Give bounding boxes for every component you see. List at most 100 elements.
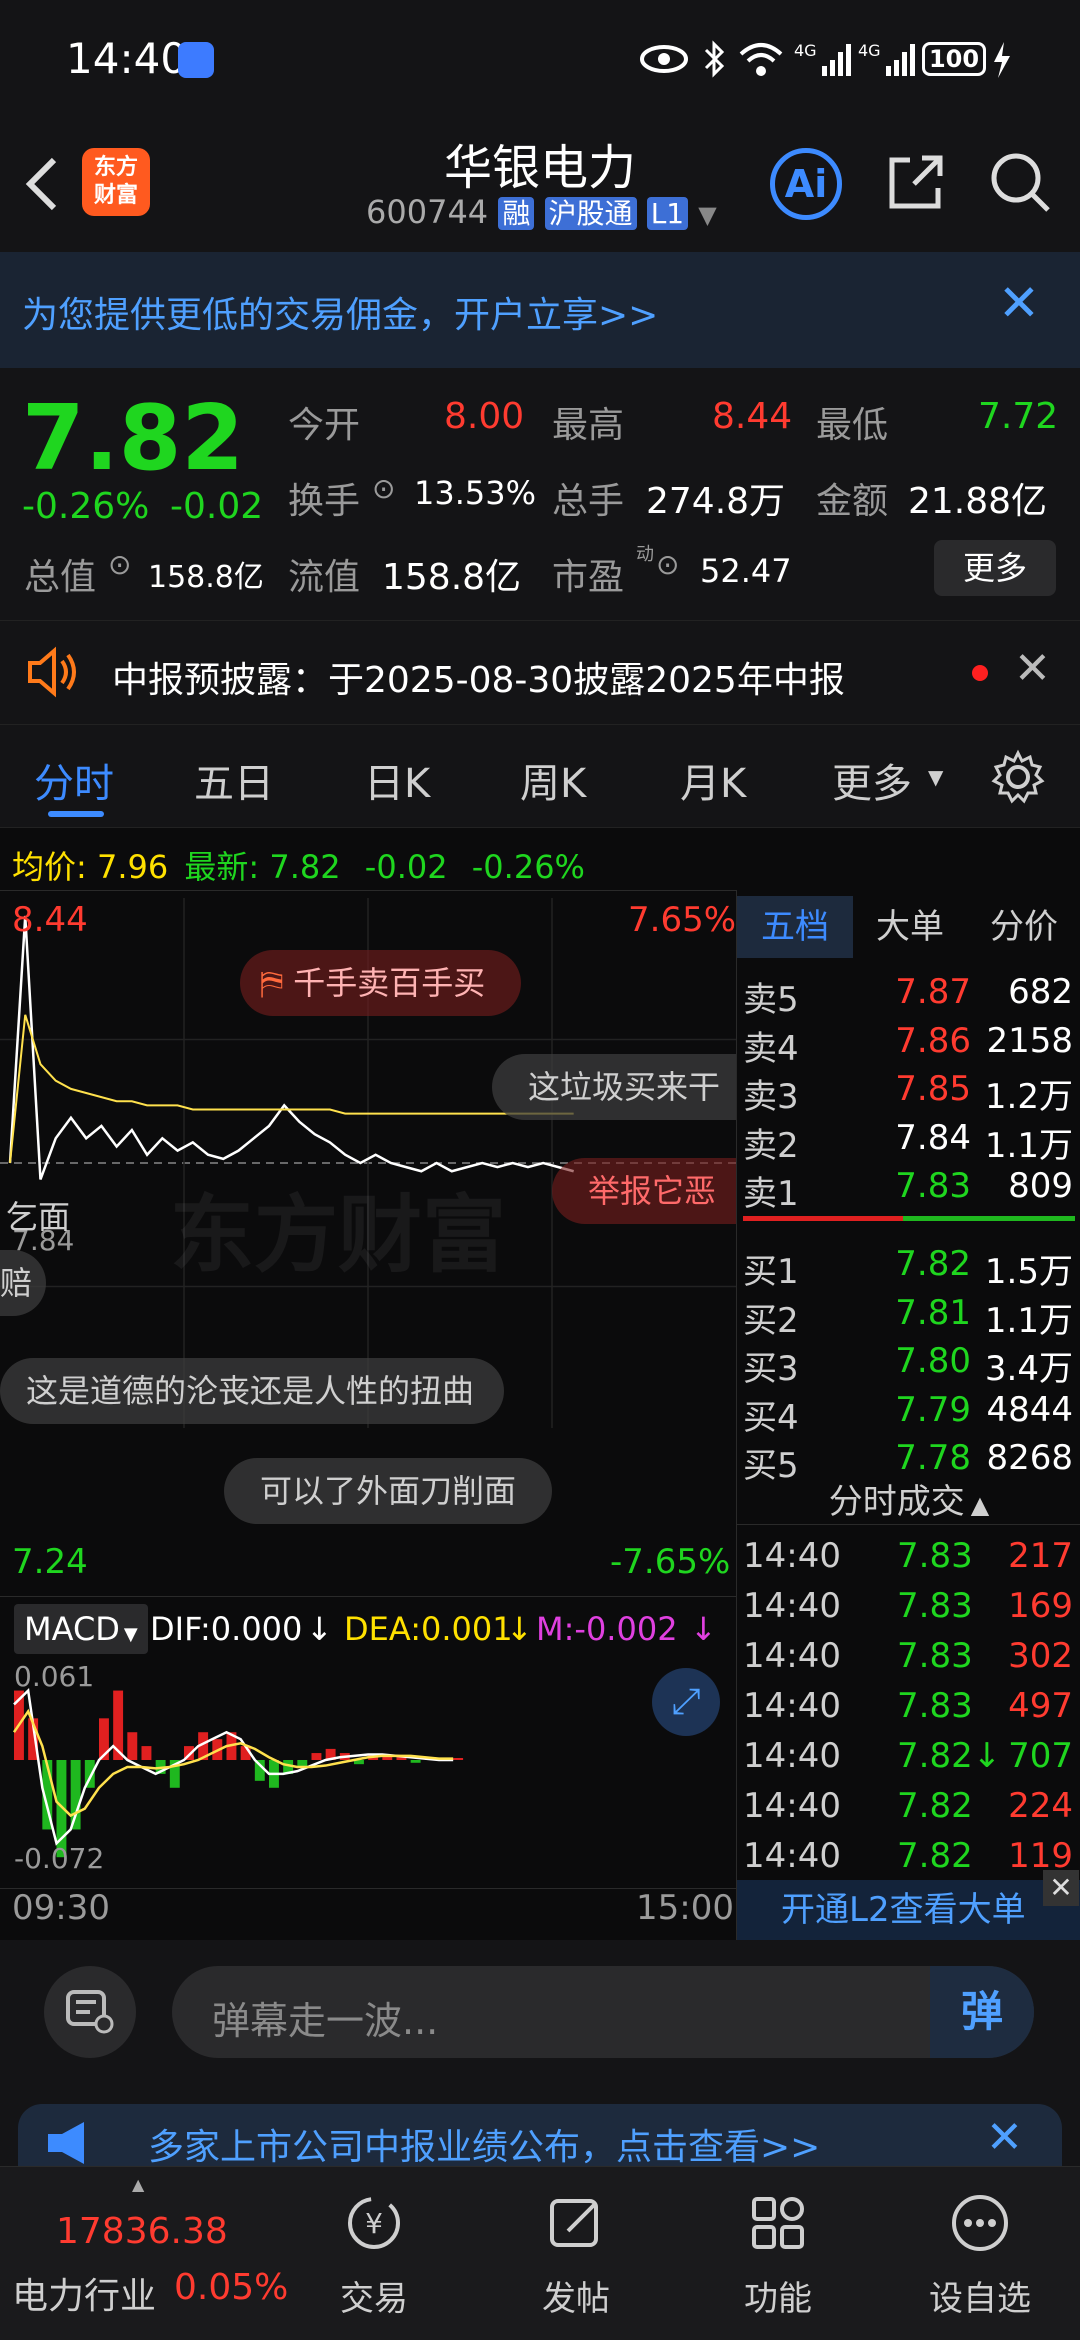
turnover-value: 13.53% <box>414 474 537 512</box>
nav-trade[interactable]: ¥ 交易 <box>284 2167 464 2340</box>
sell-row[interactable]: 卖4 7.86 2158 <box>737 1021 1080 1069</box>
buy-row[interactable]: 买4 7.79 4844 <box>737 1390 1080 1438</box>
expand-button[interactable]: ⤢ <box>652 1668 720 1736</box>
triangle-up-icon: ▲ <box>132 2175 145 2194</box>
tick-vol: 169 <box>1008 1586 1073 1626</box>
nav-func[interactable]: 功能 <box>688 2167 868 2340</box>
triangle-up-icon: ▲ <box>970 1491 990 1519</box>
close-icon[interactable]: ✕ <box>986 2112 1023 2163</box>
buy-label: 买1 <box>743 1252 799 1292</box>
notice-bar[interactable]: 中报预披露：于2025-08-30披露2025年中报 ✕ <box>0 620 1080 724</box>
close-icon[interactable]: ✕ <box>1014 643 1051 694</box>
tab-dayk[interactable]: 日K <box>364 751 430 809</box>
tick-time: 14:40 <box>743 1586 841 1626</box>
close-icon[interactable]: ✕ <box>998 274 1040 332</box>
ob-tab-big[interactable]: 大单 <box>853 896 967 958</box>
macd-chart[interactable] <box>0 1660 736 1880</box>
amount-label: 金额 <box>816 481 889 522</box>
tick-time: 14:40 <box>743 1836 841 1876</box>
nav-watchlist[interactable]: 设自选 <box>890 2167 1070 2340</box>
sell-row[interactable]: 卖2 7.84 1.1万 <box>737 1118 1080 1166</box>
max-pct-label: 7.65% <box>628 900 737 940</box>
buy-row[interactable]: 买2 7.81 1.1万 <box>737 1293 1080 1341</box>
sell-vol: 2158 <box>986 1020 1073 1061</box>
macd-selector[interactable]: MACD ▼ <box>14 1604 148 1654</box>
active-tab-underline <box>48 811 104 817</box>
pct-value: -0.26% <box>471 848 585 886</box>
danmu-bubble: 乞面 <box>6 1198 71 1236</box>
info-line: 均价: 7.96 最新: 7.82 -0.02 -0.26% <box>12 842 585 888</box>
tab-monthk[interactable]: 月K <box>680 751 746 809</box>
danmu-settings-button[interactable] <box>44 1966 136 2058</box>
tab-weekk[interactable]: 周K <box>520 751 586 809</box>
top-nav: 东方 财富 华银电力 600744 融 沪股通 L1 ▼ Ai <box>0 120 1080 252</box>
low-value: 7.72 <box>978 396 1059 437</box>
ob-divider <box>743 1216 903 1221</box>
info-icon[interactable]: ⊙ <box>108 548 131 581</box>
max-price-label: 8.44 <box>12 900 88 940</box>
macd-bar <box>141 1746 152 1760</box>
tick-price: 7.82 <box>897 1836 973 1876</box>
danmu-placeholder: 弹幕走一波... <box>212 1999 439 2043</box>
volume-value: 274.8万 <box>646 481 786 522</box>
promo-banner-2[interactable]: 多家上市公司中报业绩公布，点击查看>> ✕ <box>0 2090 1080 2184</box>
tag-rong: 融 <box>498 197 535 230</box>
buy-vol: 1.5万 <box>984 1252 1073 1292</box>
nav-post[interactable]: 发帖 <box>486 2167 666 2340</box>
battery-icon: 100 <box>922 42 986 76</box>
search-icon[interactable] <box>988 150 1052 214</box>
sell-row[interactable]: 卖3 7.85 1.2万 <box>737 1069 1080 1117</box>
share-icon[interactable] <box>884 150 948 214</box>
chevron-down-icon: ▼ <box>123 1624 138 1645</box>
tick-vol: 707 <box>1008 1736 1073 1776</box>
l2-link[interactable]: 开通L2查看大单 <box>737 1880 1080 1940</box>
buy-row[interactable]: 买3 7.80 3.4万 <box>737 1341 1080 1389</box>
stock-code-row[interactable]: 600744 融 沪股通 L1 ▼ <box>366 192 717 236</box>
info-icon[interactable]: ⊙ <box>656 548 679 581</box>
tab-more[interactable]: 更多 <box>832 751 912 809</box>
chevron-down-icon: ▼ <box>928 765 944 789</box>
tag-hgt: 沪股通 <box>544 197 637 230</box>
tick-row: 14:40 7.83 497 <box>737 1686 1080 1734</box>
edit-icon <box>550 2199 598 2247</box>
tick-time: 14:40 <box>743 1736 841 1776</box>
promo-banner[interactable]: 为您提供更低的交易佣金，开户立享>> ✕ <box>0 252 1080 368</box>
open-label: 今开 <box>288 405 361 446</box>
buy-row[interactable]: 买1 7.82 1.5万 <box>737 1244 1080 1292</box>
ai-button[interactable]: Ai <box>770 148 842 220</box>
time-axis <box>0 1888 736 1889</box>
sell-row[interactable]: 卖5 7.87 682 <box>737 972 1080 1020</box>
sell-vol: 809 <box>1008 1166 1073 1206</box>
sell-label: 卖4 <box>743 1028 799 1069</box>
bluetooth-icon <box>704 40 725 78</box>
time-start-label: 09:30 <box>12 1888 110 1928</box>
last-label: 最新: <box>184 848 260 886</box>
tab-5day[interactable]: 五日 <box>194 751 274 809</box>
index-name[interactable]: 电力行业 <box>12 2267 156 2319</box>
bottom-tab-bar: 17836.38 ▲ 电力行业 0.05% ¥ 交易 发帖 功能 设自选 <box>0 2166 1080 2340</box>
close-icon[interactable]: ✕ <box>1043 1870 1079 1906</box>
sell-label: 卖3 <box>743 1077 799 1117</box>
tag-level: L1 <box>646 197 689 230</box>
tick-row: 14:40 7.83 217 <box>737 1536 1080 1584</box>
macd-bar <box>70 1760 81 1830</box>
chart-area[interactable]: 均价: 7.96 最新: 7.82 -0.02 -0.26% 8.44 7.65… <box>0 828 736 1940</box>
open-value: 8.00 <box>444 396 525 437</box>
back-icon[interactable] <box>22 154 62 214</box>
more-button[interactable]: 更多 <box>934 540 1056 596</box>
macd-min-label: -0.072 <box>14 1842 105 1875</box>
info-icon[interactable]: ⊙ <box>372 472 395 505</box>
gear-icon[interactable] <box>990 749 1046 805</box>
sell-row[interactable]: 卖1 7.83 809 <box>737 1166 1080 1214</box>
avg-value: 7.96 <box>96 848 169 886</box>
ob-tab-price[interactable]: 分价 <box>967 896 1080 958</box>
unread-dot <box>972 665 988 681</box>
ob-tab-five[interactable]: 五档 <box>737 896 853 958</box>
order-book-panel: 五档 大单 分价 卖5 7.87 682 卖4 7.86 2158 卖3 7.85 1.2万 卖2… <box>736 890 1080 1940</box>
ticks-title[interactable]: 分时成交 ▲ <box>737 1474 1080 1524</box>
sell-label: 卖5 <box>743 980 799 1020</box>
danmu-input[interactable]: 弹幕走一波... 弹 <box>172 1966 1034 2058</box>
tab-fenshi[interactable]: 分时 <box>34 751 114 809</box>
tick-vol: 497 <box>1008 1686 1073 1726</box>
danmu-send-button[interactable]: 弹 <box>930 1966 1034 2058</box>
